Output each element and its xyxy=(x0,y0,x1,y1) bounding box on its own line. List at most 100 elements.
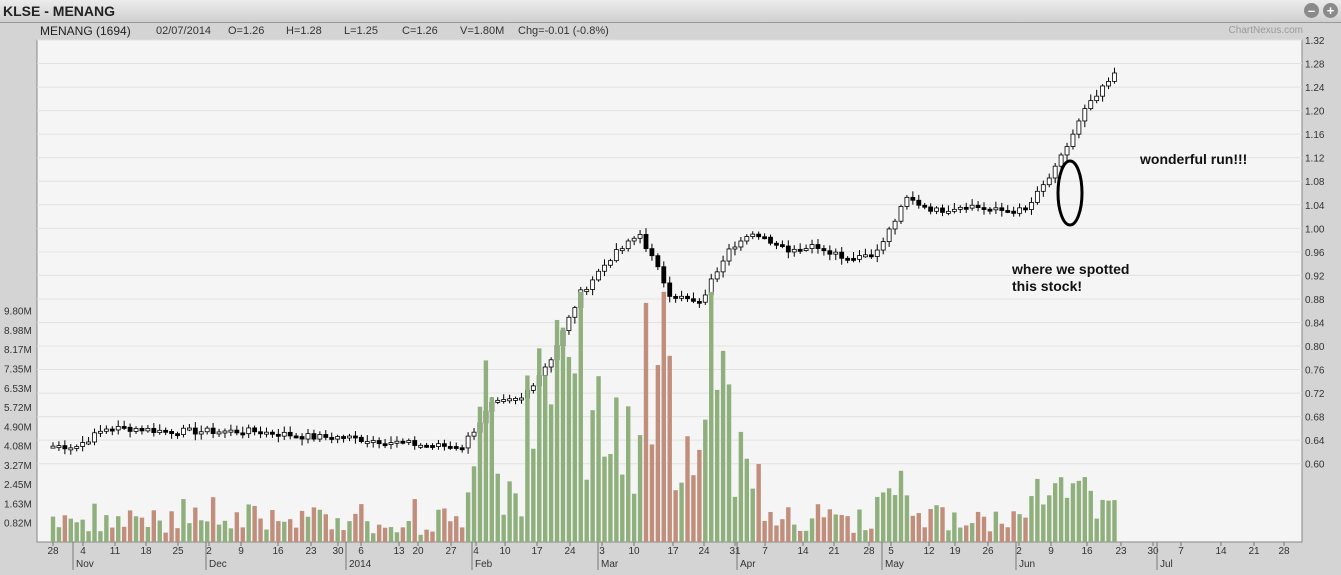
volume-bar xyxy=(981,516,987,542)
month-label: Dec xyxy=(209,559,227,570)
candle-body xyxy=(513,398,518,401)
candle-body xyxy=(430,445,435,448)
volume-tick-label: 9.80M xyxy=(4,307,32,318)
candle-body xyxy=(868,254,874,258)
volume-bar xyxy=(762,520,767,542)
candle-body xyxy=(406,440,412,443)
candle-body xyxy=(886,228,892,243)
volume-bar xyxy=(394,532,400,542)
candle-body xyxy=(299,436,305,440)
volume-bar xyxy=(774,525,779,542)
volume-bar xyxy=(258,518,263,542)
volume-bar xyxy=(934,505,939,542)
candle-body xyxy=(679,295,684,299)
volume-bar xyxy=(839,514,844,542)
candle-body xyxy=(1082,108,1088,122)
volume-bar xyxy=(679,482,684,542)
candle-body xyxy=(975,204,981,208)
candle-body xyxy=(453,446,459,449)
candle-body xyxy=(809,244,815,249)
volume-bar xyxy=(1041,504,1046,542)
volume-bar xyxy=(1005,527,1010,542)
x-tick-label: 27 xyxy=(445,546,457,557)
volume-bar xyxy=(471,466,477,542)
x-tick-label: 4 xyxy=(473,546,479,557)
volume-bar xyxy=(744,458,750,542)
volume-bar xyxy=(270,510,275,542)
candle-body xyxy=(750,233,756,237)
candle-body xyxy=(507,398,513,402)
x-tick-label: 11 xyxy=(110,546,121,557)
candle-body xyxy=(151,427,157,433)
x-tick-label: 17 xyxy=(667,546,679,557)
candle-body xyxy=(851,258,856,261)
x-tick-label: 3 xyxy=(599,546,605,557)
volume-bar xyxy=(163,532,168,542)
candle-body xyxy=(62,445,68,450)
volume-bar xyxy=(276,521,281,542)
candle-body xyxy=(1112,72,1117,82)
volume-tick-label: 2.45M xyxy=(4,480,32,491)
candle-body xyxy=(222,430,228,434)
candle-body xyxy=(1023,207,1028,211)
volume-bar xyxy=(661,291,666,542)
volume-bar xyxy=(969,523,975,542)
volume-bar xyxy=(228,528,234,542)
volume-bar xyxy=(667,355,672,542)
volume-bar xyxy=(199,520,204,542)
volume-bar xyxy=(139,517,145,542)
volume-bar xyxy=(513,493,518,542)
volume-bar xyxy=(80,519,85,542)
candle-body xyxy=(424,444,429,448)
volume-bar xyxy=(904,495,910,542)
candle-body xyxy=(685,295,690,300)
candle-body xyxy=(833,251,839,255)
volume-bar xyxy=(975,511,981,542)
candle-body xyxy=(1088,100,1094,109)
volume-bar xyxy=(626,406,631,542)
price-tick-label: 0.60 xyxy=(1305,460,1325,471)
volume-bar xyxy=(1064,497,1070,542)
x-tick-label: 28 xyxy=(47,546,59,557)
x-tick-label: 2 xyxy=(206,546,212,557)
month-label: Mar xyxy=(601,559,619,570)
month-label: 2014 xyxy=(349,559,372,570)
x-tick-label: 23 xyxy=(1115,546,1127,557)
x-tick-label: 21 xyxy=(828,546,840,557)
x-tick-label: 30 xyxy=(332,546,344,557)
volume-bar xyxy=(62,515,68,542)
volume-bar xyxy=(602,456,607,542)
volume-bar xyxy=(685,436,690,542)
volume-bar xyxy=(204,521,210,542)
candle-body xyxy=(726,248,732,262)
volume-tick-label: 0.82M xyxy=(4,519,32,530)
candle-body xyxy=(495,399,501,403)
volume-bar xyxy=(596,376,601,542)
candle-body xyxy=(169,431,175,435)
price-tick-label: 0.76 xyxy=(1305,366,1325,377)
volume-bar xyxy=(50,516,56,542)
candle-body xyxy=(317,434,323,440)
volume-bar xyxy=(537,348,542,542)
price-tick-label: 0.84 xyxy=(1305,318,1325,329)
candle-body xyxy=(436,443,441,447)
x-tick-label: 4 xyxy=(80,546,86,557)
candle-body xyxy=(80,442,86,447)
candle-body xyxy=(946,210,951,214)
volume-bar xyxy=(252,505,257,542)
volume-bar xyxy=(697,449,702,542)
volume-bar xyxy=(673,490,678,542)
candle-body xyxy=(216,431,222,435)
volume-bar xyxy=(1023,517,1028,542)
volume-bar xyxy=(501,514,506,542)
candle-body xyxy=(447,446,453,449)
candle-body xyxy=(845,257,851,261)
candle-body xyxy=(590,279,596,290)
annotation-spotted-line2: this stock! xyxy=(1012,278,1083,294)
volume-bar xyxy=(869,528,874,542)
candle-body xyxy=(471,431,477,437)
volume-bar xyxy=(548,404,554,542)
volume-bar xyxy=(756,463,761,542)
candle-body xyxy=(999,207,1005,211)
volume-bar xyxy=(388,527,394,542)
